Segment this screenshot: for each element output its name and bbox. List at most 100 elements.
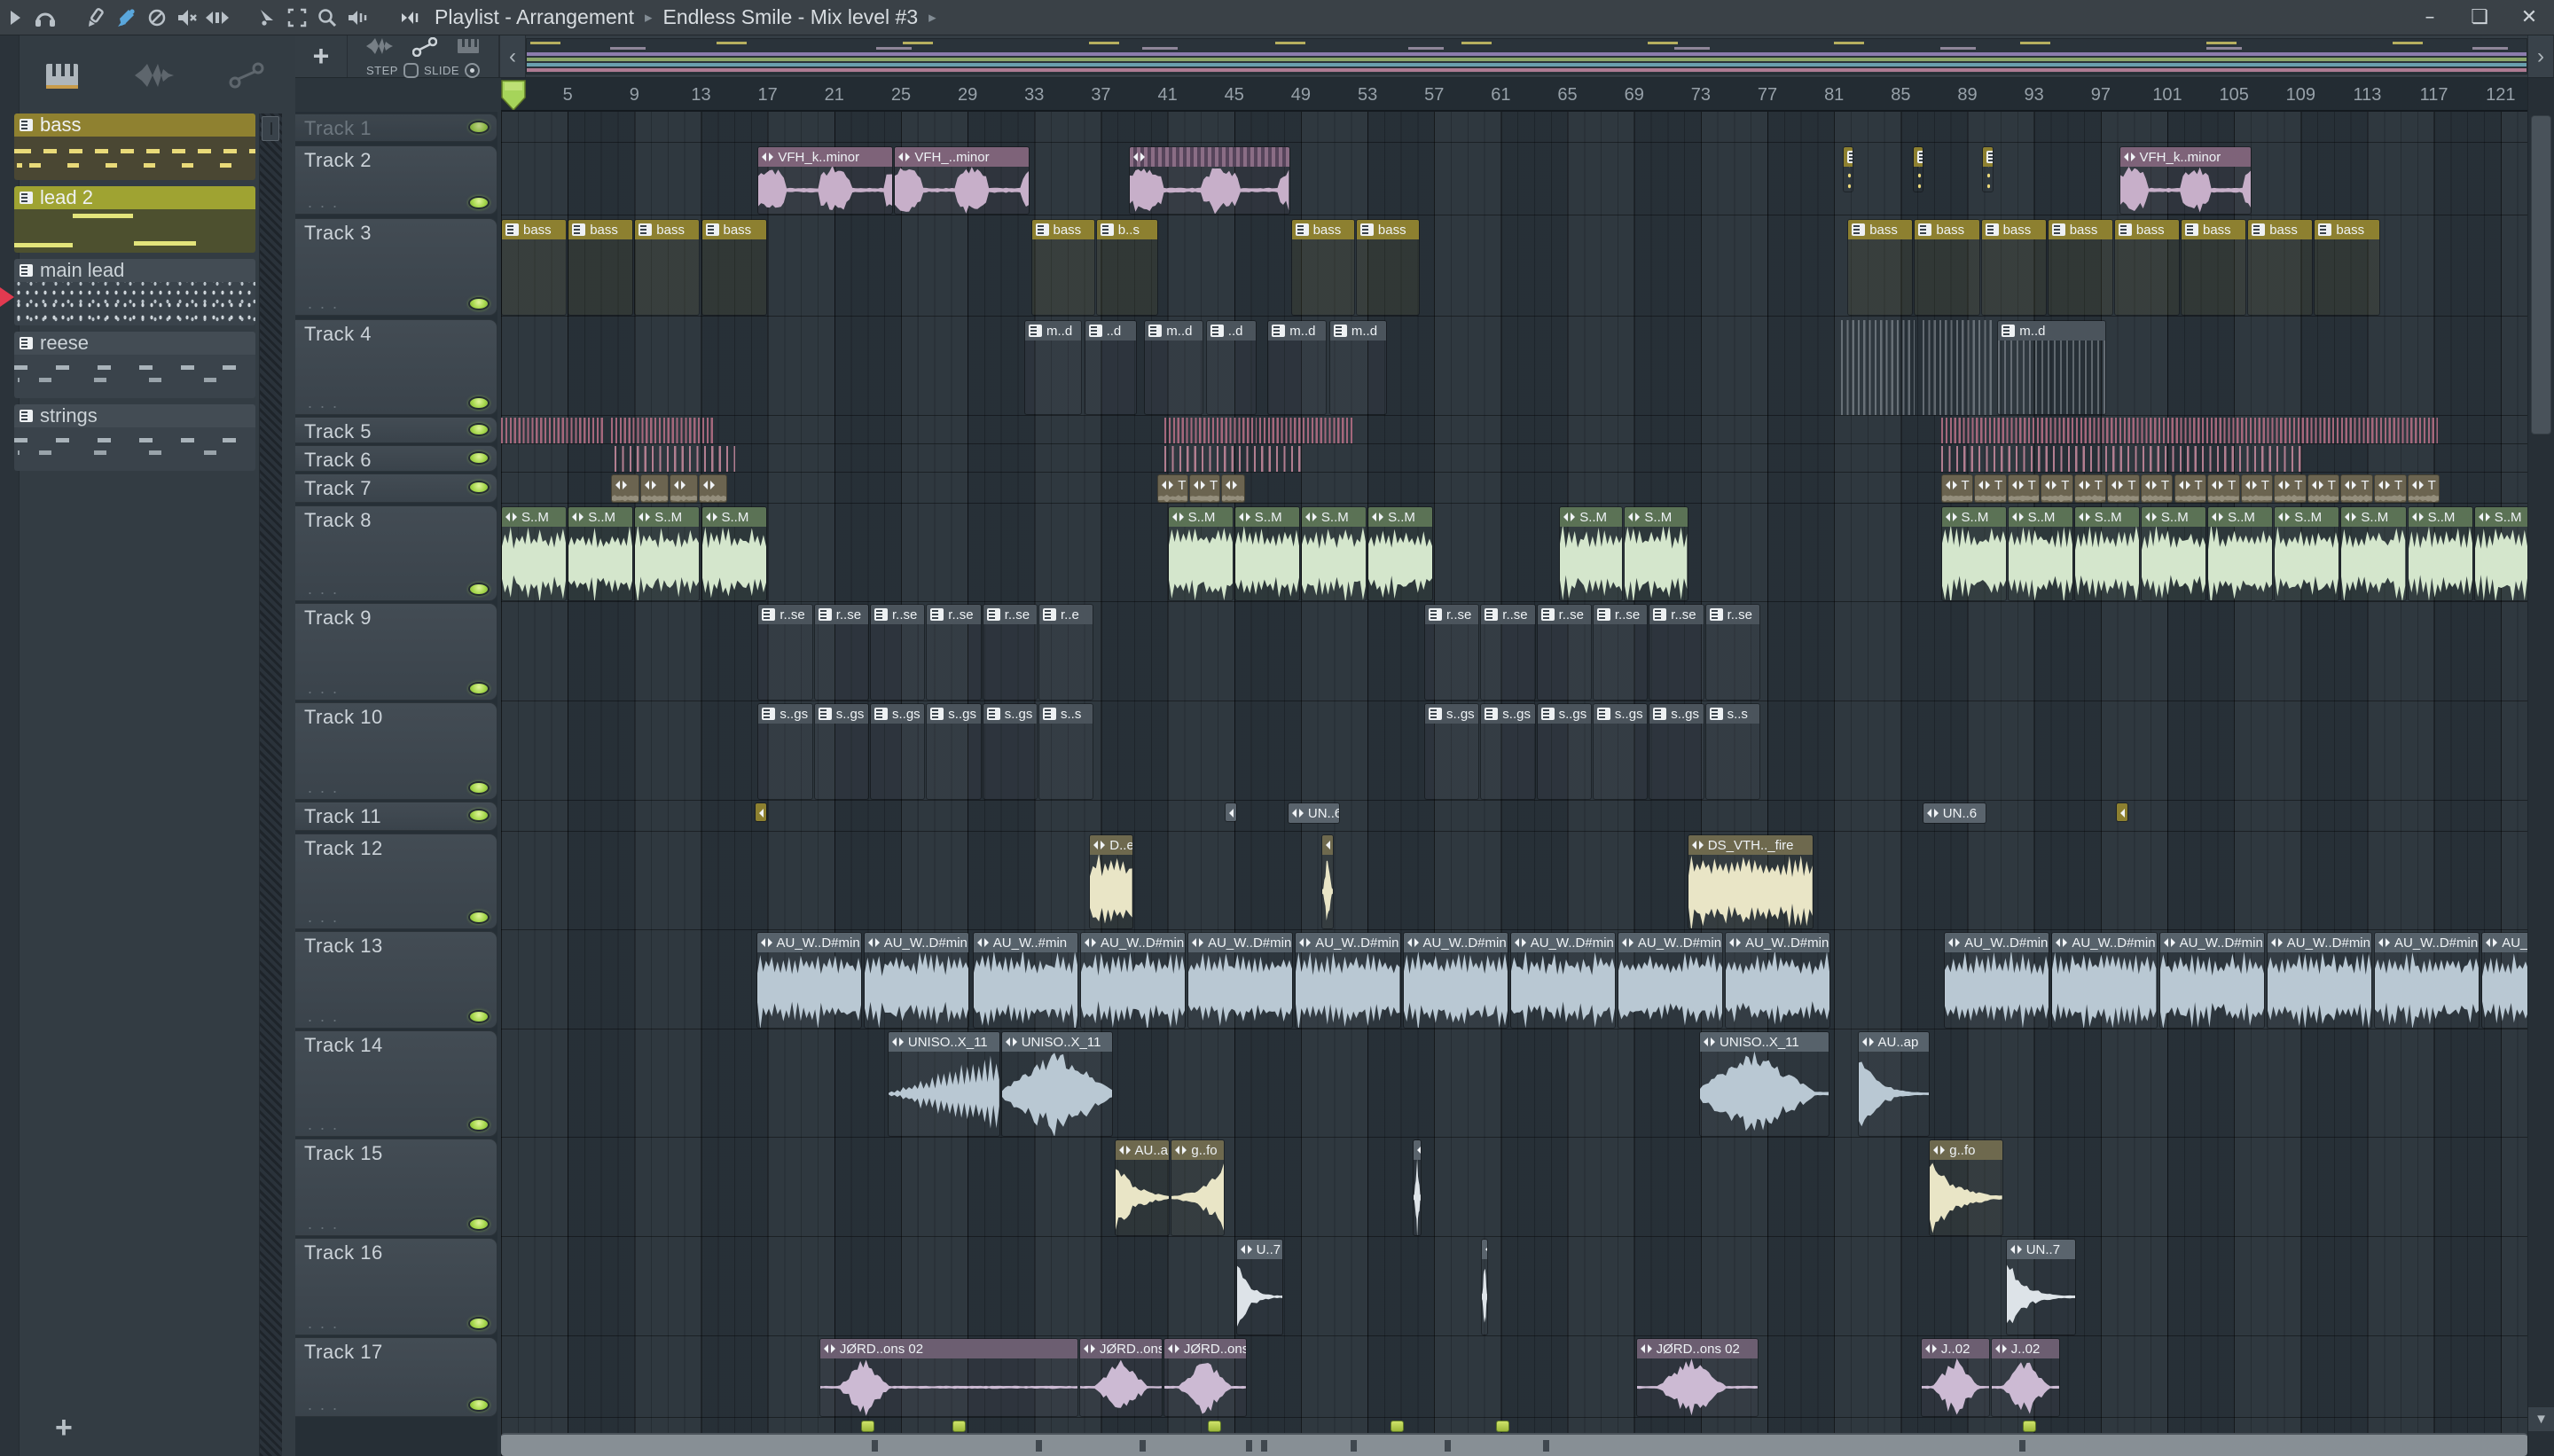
clip-au-w-d#min[interactable]: AU_W..D#min — [2481, 932, 2527, 1029]
close-button[interactable]: ✕ — [2504, 0, 2554, 35]
clip[interactable] — [611, 474, 639, 503]
clip-s-m[interactable]: S..M — [1234, 506, 1300, 601]
clip-au-w-d#min[interactable]: AU_W..D#min — [1944, 932, 2050, 1029]
clip-t[interactable]: T — [2073, 474, 2107, 503]
clip-s-m[interactable]: S..M — [2073, 506, 2140, 601]
clip-au-w-d#min[interactable]: AU_W..D#min — [2266, 932, 2373, 1029]
clip-t[interactable]: T — [2407, 474, 2440, 503]
clip[interactable] — [1220, 474, 1245, 503]
clip-bass[interactable]: bass — [2113, 219, 2181, 316]
clip-s-m[interactable]: S..M — [701, 506, 767, 601]
slide-mode-icon[interactable] — [411, 36, 438, 61]
arrangement-minimap[interactable] — [526, 38, 2527, 74]
clip-s-gs[interactable]: s..gs — [1536, 703, 1592, 800]
clip-j-rd-ons-02[interactable]: JØRD..ons 02 — [1635, 1338, 1759, 1417]
clip-bass[interactable]: bass — [1030, 219, 1095, 316]
clip-s-m[interactable]: S..M — [2007, 506, 2073, 601]
clip-s-m[interactable]: S..M — [2207, 506, 2274, 601]
clip-s-gs[interactable]: s..gs — [1649, 703, 1704, 800]
select-icon[interactable] — [282, 0, 312, 35]
clip-r-se[interactable]: r..se — [1424, 604, 1480, 701]
clip-uniso-x-11[interactable]: UNISO..X_11 — [1000, 1031, 1114, 1137]
track-mute-led[interactable] — [468, 911, 490, 924]
track-options[interactable]: . . . — [308, 679, 339, 698]
clip-t[interactable]: T — [2174, 474, 2207, 503]
clip-s-m[interactable]: S..M — [2140, 506, 2207, 601]
clip-au-w-d#min[interactable]: AU_W..D#min — [2374, 932, 2480, 1029]
pattern-scroll-strip[interactable] — [259, 114, 282, 1456]
clip-s-m[interactable]: S..M — [1940, 506, 2007, 601]
clip-au-w-d#min[interactable]: AU_W..D#min — [1509, 932, 1616, 1029]
clip[interactable] — [1940, 418, 2439, 443]
clip-au-w-d#min[interactable]: AU_W..D#min — [1402, 932, 1508, 1029]
clip-r-se[interactable]: r..se — [1649, 604, 1704, 701]
paint-icon[interactable] — [112, 0, 142, 35]
clip[interactable] — [614, 446, 735, 472]
clip-au-w-d#min[interactable]: AU_W..D#min — [2158, 932, 2265, 1029]
pattern-item-lead-2[interactable]: lead 2 — [14, 186, 255, 253]
track-mute-led[interactable] — [468, 1398, 490, 1412]
track-header-track-13[interactable]: Track 13 . . . — [295, 931, 497, 1029]
track-header-track-12[interactable]: Track 12 . . . — [295, 834, 497, 929]
clip-t[interactable]: T — [2041, 474, 2073, 503]
clip-t[interactable]: T — [1189, 474, 1220, 503]
clip[interactable] — [1982, 146, 1994, 192]
clip-bass[interactable]: bass — [1980, 219, 2047, 316]
clip-s-gs[interactable]: s..gs — [1424, 703, 1480, 800]
track-header-track-4[interactable]: Track 4 . . . — [295, 319, 497, 415]
clip-r-se[interactable]: r..se — [870, 604, 926, 701]
clip-un-6[interactable]: UN..6 — [1287, 802, 1340, 824]
track-options[interactable]: . . . — [308, 1007, 339, 1026]
page-title[interactable]: Endless Smile - Mix level #3 — [663, 5, 919, 29]
clip-vfh-minor[interactable]: VFH_..minor — [894, 146, 1030, 215]
arrangement-marker[interactable] — [952, 1421, 967, 1432]
clip[interactable] — [1129, 146, 1290, 215]
play-icon[interactable] — [0, 0, 30, 35]
clip[interactable] — [1912, 146, 1923, 192]
pattern-item-bass[interactable]: bass — [14, 114, 255, 180]
clip-g-fo[interactable]: g..fo — [1929, 1139, 2003, 1236]
step-toggle[interactable] — [403, 63, 419, 78]
clip-au-w-d#min[interactable]: AU_W..D#min — [756, 932, 862, 1029]
clip-s-m[interactable]: S..M — [1300, 506, 1367, 601]
clip-au-w-d#min[interactable]: AU_W..D#min — [1617, 932, 1724, 1029]
clip-r-se[interactable]: r..se — [1536, 604, 1592, 701]
clip-j-02[interactable]: J..02 — [1920, 1338, 1990, 1417]
clip-r-se[interactable]: r..se — [1592, 604, 1649, 701]
track-mute-led[interactable] — [468, 297, 490, 310]
track-mute-led[interactable] — [468, 1217, 490, 1231]
slide-toggle[interactable] — [465, 63, 481, 78]
clip-s-m[interactable]: S..M — [1367, 506, 1434, 601]
automation-tab[interactable] — [229, 62, 264, 89]
clip-r-se[interactable]: r..se — [926, 604, 982, 701]
clip[interactable] — [698, 474, 727, 503]
track-options[interactable]: . . . — [308, 779, 339, 797]
mute-icon[interactable] — [172, 0, 202, 35]
clip[interactable] — [1940, 446, 2304, 472]
clip-vfh-k-minor[interactable]: VFH_k..minor — [2119, 146, 2252, 215]
clip-s-gs[interactable]: s..gs — [813, 703, 869, 800]
clip-t[interactable]: T — [2307, 474, 2340, 503]
clip-au-w-#min[interactable]: AU_W..#min — [972, 932, 1079, 1029]
clip-r-se[interactable]: r..se — [813, 604, 869, 701]
clip-s-m[interactable]: S..M — [2473, 506, 2527, 601]
track-header-track-11[interactable]: Track 11 — [295, 802, 497, 831]
clip--d[interactable]: ..d — [1084, 320, 1137, 415]
vertical-scrollbar[interactable]: ▼ — [2527, 78, 2554, 1456]
track-header-track-14[interactable]: Track 14 . . . — [295, 1030, 497, 1137]
clip-s-gs[interactable]: s..gs — [926, 703, 982, 800]
clip-au-w-d#min[interactable]: AU_W..D#min — [1187, 932, 1294, 1029]
clip-j-02[interactable]: J..02 — [1990, 1338, 2060, 1417]
zoom-icon[interactable] — [312, 0, 342, 35]
clip-au-w-d#min[interactable]: AU_W..D#min — [1295, 932, 1401, 1029]
track-mute-led[interactable] — [468, 196, 490, 209]
clip[interactable] — [1163, 446, 1302, 472]
clip-ds-vth-fire[interactable]: DS_VTH.._fire — [1687, 834, 1814, 929]
track-options[interactable]: . . . — [308, 193, 339, 212]
clip-bass[interactable]: bass — [501, 219, 568, 316]
clip-t[interactable]: T — [2274, 474, 2307, 503]
track-mute-led[interactable] — [468, 422, 490, 436]
clip[interactable] — [1163, 418, 1257, 443]
clip-s-gs[interactable]: s..gs — [870, 703, 926, 800]
clip[interactable] — [1412, 1139, 1422, 1236]
